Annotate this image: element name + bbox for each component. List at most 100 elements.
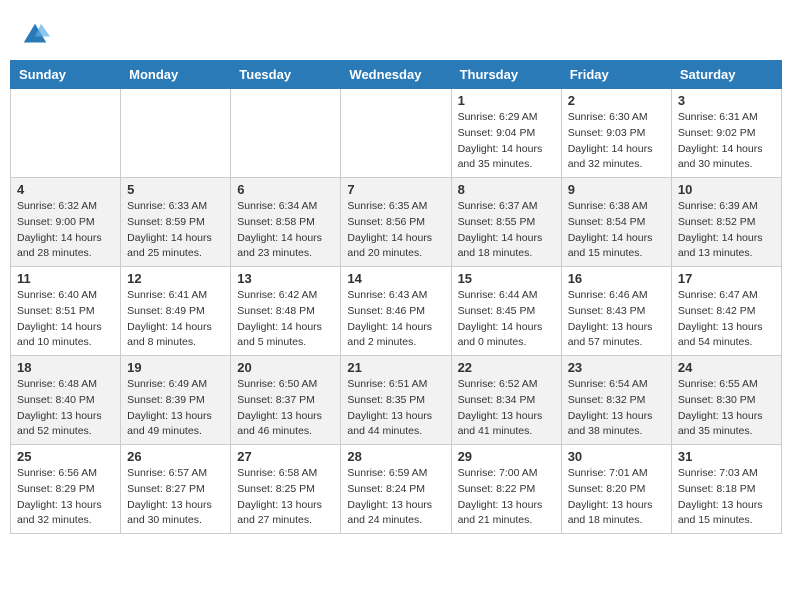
day-info: Sunrise: 6:59 AM Sunset: 8:24 PM Dayligh… xyxy=(347,466,444,529)
day-info: Sunrise: 6:31 AM Sunset: 9:02 PM Dayligh… xyxy=(678,110,775,173)
day-number: 19 xyxy=(127,360,224,375)
day-number: 29 xyxy=(458,449,555,464)
day-info: Sunrise: 6:34 AM Sunset: 8:58 PM Dayligh… xyxy=(237,199,334,262)
calendar-cell xyxy=(341,89,451,178)
day-info: Sunrise: 6:30 AM Sunset: 9:03 PM Dayligh… xyxy=(568,110,665,173)
calendar-header-sunday: Sunday xyxy=(11,61,121,89)
calendar-cell: 8Sunrise: 6:37 AM Sunset: 8:55 PM Daylig… xyxy=(451,178,561,267)
page-header xyxy=(10,10,782,55)
calendar-week-4: 18 Sunrise: 6:48 AM Sunset: 8:40 PM Dayli… xyxy=(11,356,782,445)
day-number: 25 xyxy=(17,449,114,464)
calendar-cell xyxy=(11,89,121,178)
day-info: Sunrise: 6:49 AM Sunset: 8:39 PM Dayligh… xyxy=(127,377,224,440)
calendar-cell: 21 Sunrise: 6:51 AM Sunset: 8:35 PM Dayli… xyxy=(341,356,451,445)
calendar-cell: 17 Sunrise: 6:47 AM Sunset: 8:42 PM Dayli… xyxy=(671,267,781,356)
day-info: Sunrise: 7:00 AM Sunset: 8:22 PM Dayligh… xyxy=(458,466,555,529)
day-number: 15 xyxy=(458,271,555,286)
calendar-cell: 27Sunrise: 6:58 AM Sunset: 8:25 PM Dayli… xyxy=(231,445,341,534)
day-info: Sunrise: 6:35 AM Sunset: 8:56 PM Dayligh… xyxy=(347,199,444,262)
calendar-cell: 1 Sunrise: 6:29 AM Sunset: 9:04 PM Daylig… xyxy=(451,89,561,178)
day-info: Sunrise: 6:33 AM Sunset: 8:59 PM Dayligh… xyxy=(127,199,224,262)
day-info: Sunrise: 6:39 AM Sunset: 8:52 PM Dayligh… xyxy=(678,199,775,262)
calendar-header-tuesday: Tuesday xyxy=(231,61,341,89)
day-number: 27 xyxy=(237,449,334,464)
day-info: Sunrise: 6:37 AM Sunset: 8:55 PM Dayligh… xyxy=(458,199,555,262)
day-info: Sunrise: 6:52 AM Sunset: 8:34 PM Dayligh… xyxy=(458,377,555,440)
day-info: Sunrise: 6:57 AM Sunset: 8:27 PM Dayligh… xyxy=(127,466,224,529)
day-info: Sunrise: 6:50 AM Sunset: 8:37 PM Dayligh… xyxy=(237,377,334,440)
day-info: Sunrise: 6:51 AM Sunset: 8:35 PM Dayligh… xyxy=(347,377,444,440)
calendar-header-friday: Friday xyxy=(561,61,671,89)
day-info: Sunrise: 6:43 AM Sunset: 8:46 PM Dayligh… xyxy=(347,288,444,351)
calendar-cell: 13 Sunrise: 6:42 AM Sunset: 8:48 PM Dayli… xyxy=(231,267,341,356)
day-info: Sunrise: 7:01 AM Sunset: 8:20 PM Dayligh… xyxy=(568,466,665,529)
calendar-cell: 6 Sunrise: 6:34 AM Sunset: 8:58 PM Daylig… xyxy=(231,178,341,267)
calendar-cell: 5 Sunrise: 6:33 AM Sunset: 8:59 PM Daylig… xyxy=(121,178,231,267)
day-number: 3 xyxy=(678,93,775,108)
calendar-cell: 14 Sunrise: 6:43 AM Sunset: 8:46 PM Dayli… xyxy=(341,267,451,356)
calendar-cell: 25 Sunrise: 6:56 AM Sunset: 8:29 PM Dayli… xyxy=(11,445,121,534)
day-info: Sunrise: 6:38 AM Sunset: 8:54 PM Dayligh… xyxy=(568,199,665,262)
logo xyxy=(20,20,54,50)
calendar-cell: 23 Sunrise: 6:54 AM Sunset: 8:32 PM Dayli… xyxy=(561,356,671,445)
day-number: 10 xyxy=(678,182,775,197)
logo-icon xyxy=(20,20,50,50)
day-info: Sunrise: 6:56 AM Sunset: 8:29 PM Dayligh… xyxy=(17,466,114,529)
calendar-cell: 12Sunrise: 6:41 AM Sunset: 8:49 PM Dayli… xyxy=(121,267,231,356)
day-number: 17 xyxy=(678,271,775,286)
day-number: 5 xyxy=(127,182,224,197)
calendar-table: SundayMondayTuesdayWednesdayThursdayFrid… xyxy=(10,60,782,534)
day-number: 31 xyxy=(678,449,775,464)
day-number: 21 xyxy=(347,360,444,375)
day-number: 23 xyxy=(568,360,665,375)
day-info: Sunrise: 6:42 AM Sunset: 8:48 PM Dayligh… xyxy=(237,288,334,351)
day-number: 14 xyxy=(347,271,444,286)
day-info: Sunrise: 6:46 AM Sunset: 8:43 PM Dayligh… xyxy=(568,288,665,351)
calendar-cell: 31 Sunrise: 7:03 AM Sunset: 8:18 PM Dayli… xyxy=(671,445,781,534)
calendar-cell: 26 Sunrise: 6:57 AM Sunset: 8:27 PM Dayli… xyxy=(121,445,231,534)
day-info: Sunrise: 6:54 AM Sunset: 8:32 PM Dayligh… xyxy=(568,377,665,440)
calendar-header-saturday: Saturday xyxy=(671,61,781,89)
day-info: Sunrise: 7:03 AM Sunset: 8:18 PM Dayligh… xyxy=(678,466,775,529)
calendar-week-5: 25 Sunrise: 6:56 AM Sunset: 8:29 PM Dayli… xyxy=(11,445,782,534)
day-number: 13 xyxy=(237,271,334,286)
day-number: 4 xyxy=(17,182,114,197)
calendar-header-row: SundayMondayTuesdayWednesdayThursdayFrid… xyxy=(11,61,782,89)
day-number: 1 xyxy=(458,93,555,108)
day-number: 7 xyxy=(347,182,444,197)
calendar-header-monday: Monday xyxy=(121,61,231,89)
calendar-header-thursday: Thursday xyxy=(451,61,561,89)
day-number: 30 xyxy=(568,449,665,464)
calendar-cell: 2Sunrise: 6:30 AM Sunset: 9:03 PM Daylig… xyxy=(561,89,671,178)
calendar-cell: 11 Sunrise: 6:40 AM Sunset: 8:51 PM Dayli… xyxy=(11,267,121,356)
calendar-week-3: 11 Sunrise: 6:40 AM Sunset: 8:51 PM Dayli… xyxy=(11,267,782,356)
day-number: 26 xyxy=(127,449,224,464)
day-info: Sunrise: 6:29 AM Sunset: 9:04 PM Dayligh… xyxy=(458,110,555,173)
day-info: Sunrise: 6:41 AM Sunset: 8:49 PM Dayligh… xyxy=(127,288,224,351)
calendar-cell xyxy=(231,89,341,178)
day-info: Sunrise: 6:47 AM Sunset: 8:42 PM Dayligh… xyxy=(678,288,775,351)
day-info: Sunrise: 6:32 AM Sunset: 9:00 PM Dayligh… xyxy=(17,199,114,262)
day-number: 6 xyxy=(237,182,334,197)
calendar-body: 1 Sunrise: 6:29 AM Sunset: 9:04 PM Daylig… xyxy=(11,89,782,534)
day-number: 9 xyxy=(568,182,665,197)
day-info: Sunrise: 6:40 AM Sunset: 8:51 PM Dayligh… xyxy=(17,288,114,351)
day-info: Sunrise: 6:48 AM Sunset: 8:40 PM Dayligh… xyxy=(17,377,114,440)
calendar-cell: 10 Sunrise: 6:39 AM Sunset: 8:52 PM Dayli… xyxy=(671,178,781,267)
day-number: 16 xyxy=(568,271,665,286)
calendar-cell: 18 Sunrise: 6:48 AM Sunset: 8:40 PM Dayli… xyxy=(11,356,121,445)
calendar-header-wednesday: Wednesday xyxy=(341,61,451,89)
calendar-cell: 24Sunrise: 6:55 AM Sunset: 8:30 PM Dayli… xyxy=(671,356,781,445)
day-number: 28 xyxy=(347,449,444,464)
calendar-cell: 4 Sunrise: 6:32 AM Sunset: 9:00 PM Daylig… xyxy=(11,178,121,267)
day-number: 11 xyxy=(17,271,114,286)
calendar-cell: 15Sunrise: 6:44 AM Sunset: 8:45 PM Dayli… xyxy=(451,267,561,356)
calendar-week-1: 1 Sunrise: 6:29 AM Sunset: 9:04 PM Daylig… xyxy=(11,89,782,178)
calendar-cell: 3 Sunrise: 6:31 AM Sunset: 9:02 PM Daylig… xyxy=(671,89,781,178)
calendar-cell: 19 Sunrise: 6:49 AM Sunset: 8:39 PM Dayli… xyxy=(121,356,231,445)
day-number: 18 xyxy=(17,360,114,375)
calendar-cell: 9 Sunrise: 6:38 AM Sunset: 8:54 PM Daylig… xyxy=(561,178,671,267)
day-info: Sunrise: 6:55 AM Sunset: 8:30 PM Dayligh… xyxy=(678,377,775,440)
calendar-cell: 16 Sunrise: 6:46 AM Sunset: 8:43 PM Dayli… xyxy=(561,267,671,356)
calendar-cell: 20Sunrise: 6:50 AM Sunset: 8:37 PM Dayli… xyxy=(231,356,341,445)
